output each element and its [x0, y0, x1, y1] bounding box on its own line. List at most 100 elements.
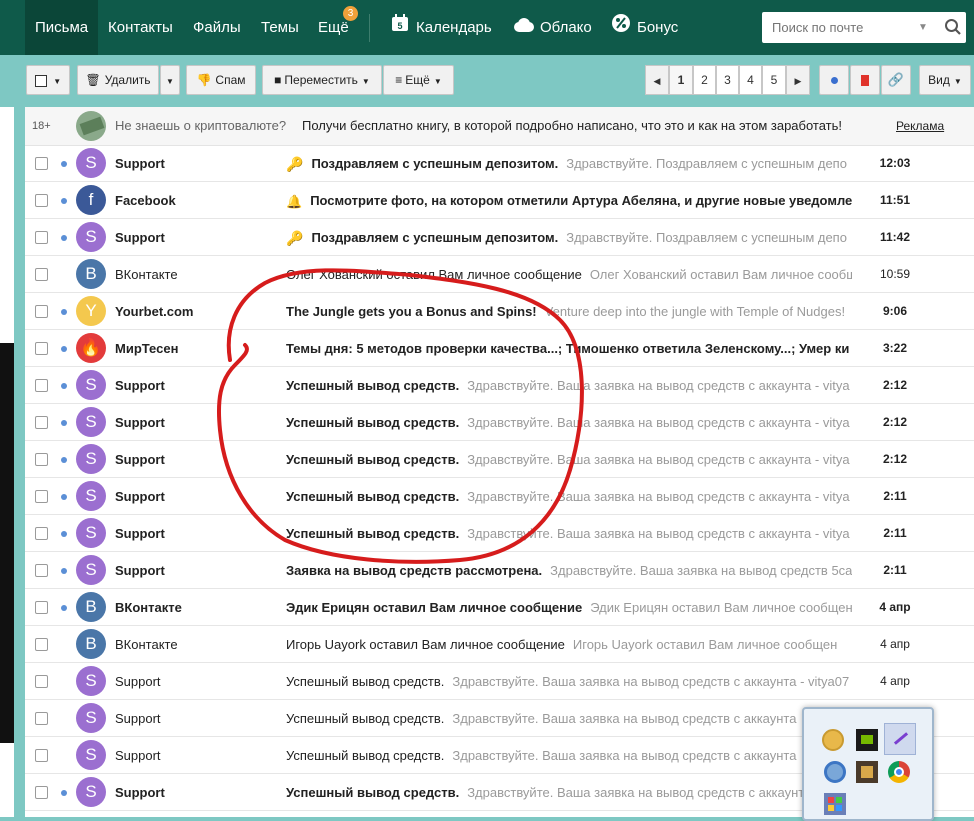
sender-avatar: S	[76, 777, 106, 807]
email-row[interactable]: S Support 🔑 Поздравляем с успешным депозито…	[25, 145, 974, 182]
sender-avatar: B	[76, 592, 106, 622]
email-preview: Игорь Uayork оставил Вам личное сообщен	[572, 637, 838, 652]
email-checkbox[interactable]	[35, 675, 48, 688]
email-checkbox[interactable]	[35, 786, 48, 799]
grid-tray-icon[interactable]	[824, 793, 846, 815]
email-subject-preview: The Jungle gets you a Bonus and Spins! Ve…	[286, 293, 852, 330]
email-row[interactable]: S Support Заявка на вывод средств рассмотр…	[25, 552, 974, 589]
sender-name: Support	[115, 785, 165, 800]
unread-dot-icon[interactable]	[61, 383, 67, 389]
email-row[interactable]: f Facebook 🔔 Посмотрите фото, на котором от…	[25, 182, 974, 219]
unread-dot-icon[interactable]	[61, 420, 67, 426]
page-5[interactable]: 5	[762, 65, 786, 95]
email-checkbox[interactable]	[35, 157, 48, 170]
nav-cloud[interactable]: Облако	[512, 0, 592, 55]
email-checkbox[interactable]	[35, 453, 48, 466]
nav-mail[interactable]: Письма	[25, 0, 99, 55]
unread-dot-icon[interactable]	[61, 790, 67, 796]
unread-dot-icon[interactable]	[61, 568, 67, 574]
sender-avatar: S	[76, 370, 106, 400]
email-row[interactable]: S Support Успешный вывод средств. Здравству…	[25, 367, 974, 404]
sender-avatar: f	[76, 185, 106, 215]
spam-button[interactable]: 👎 Спам	[186, 65, 256, 95]
network-tray-icon[interactable]	[824, 761, 846, 783]
email-checkbox[interactable]	[35, 527, 48, 540]
page-2[interactable]: 2	[693, 65, 716, 95]
email-checkbox[interactable]	[35, 712, 48, 725]
nav-calendar[interactable]: 5 Календарь	[390, 0, 492, 55]
nav-files[interactable]: Файлы	[193, 0, 241, 55]
email-checkbox[interactable]	[35, 231, 48, 244]
email-row[interactable]: S Support 🔑 Поздравляем с успешным депозито…	[25, 219, 974, 256]
sender-avatar: S	[76, 740, 106, 770]
delete-button[interactable]: 🗑 Удалить	[77, 65, 159, 95]
unread-dot-icon[interactable]	[61, 531, 67, 537]
nav-more-badge: 3	[343, 6, 358, 21]
unread-dot-icon[interactable]	[61, 605, 67, 611]
next-page-button[interactable]: ▶	[786, 65, 810, 95]
email-checkbox[interactable]	[35, 342, 48, 355]
email-subject-preview: Успешный вывод средств. Здравствуйте. Ваш…	[286, 367, 852, 404]
box-tray-icon[interactable]	[856, 761, 878, 783]
unread-dot-icon[interactable]	[61, 494, 67, 500]
unread-dot-icon[interactable]	[61, 309, 67, 315]
email-row[interactable]: 🔥 МирТесен Темы дня: 5 методов проверки ка…	[25, 330, 974, 367]
email-row[interactable]: S Support Успешный вывод средств. Здравству…	[25, 515, 974, 552]
email-row[interactable]: B ВКонтакте Эдик Ерицян оставил Вам личное…	[25, 589, 974, 626]
unread-dot-icon[interactable]	[61, 198, 67, 204]
ad-row[interactable]: 18+ Не знаешь о криптовалюте? Получи бес…	[25, 107, 974, 146]
email-checkbox[interactable]	[35, 194, 48, 207]
page-3[interactable]: 3	[716, 65, 739, 95]
nvidia-tray-icon[interactable]	[856, 729, 878, 751]
email-checkbox[interactable]	[35, 601, 48, 614]
nav-bonus[interactable]: Бонус	[611, 0, 678, 55]
email-checkbox[interactable]	[35, 416, 48, 429]
email-row[interactable]: B ВКонтакте Олег Хованский оставил Вам лич…	[25, 256, 974, 293]
email-row[interactable]: B ВКонтакте Игорь Uayork оставил Вам лично…	[25, 626, 974, 663]
flag-filter-button[interactable]	[850, 65, 880, 95]
search-icon[interactable]	[944, 18, 962, 39]
email-checkbox[interactable]	[35, 638, 48, 651]
chevron-down-icon[interactable]: ▼	[918, 22, 928, 33]
app-tray-icon[interactable]	[822, 729, 844, 751]
prev-page-button[interactable]: ◀	[645, 65, 669, 95]
select-all-checkbox[interactable]: ▼	[26, 65, 70, 95]
nav-themes[interactable]: Темы	[261, 0, 299, 55]
attachment-filter-button[interactable]: 🔗	[881, 65, 911, 95]
chrome-tray-icon[interactable]	[888, 761, 910, 783]
email-row[interactable]: S Support Успешный вывод средств. Здравству…	[25, 404, 974, 441]
more-actions-button[interactable]: ≡ Ещё ▼	[383, 65, 454, 95]
search-input[interactable]	[762, 12, 932, 43]
email-row[interactable]: S Support Успешный вывод средств. Здравству…	[25, 441, 974, 478]
unread-dot-icon[interactable]	[61, 235, 67, 241]
calendar-icon: 5	[390, 1, 410, 56]
email-checkbox[interactable]	[35, 305, 48, 318]
email-subject: Эдик Ерицян оставил Вам личное сообщение	[286, 600, 583, 615]
email-checkbox[interactable]	[35, 268, 48, 281]
more-label: Ещё	[405, 73, 430, 87]
email-row[interactable]: Y Yourbet.com The Jungle gets you a Bonus …	[25, 293, 974, 330]
unread-dot-icon[interactable]	[61, 346, 67, 352]
view-button[interactable]: Вид ▼	[919, 65, 971, 95]
email-preview: Эдик Ерицян оставил Вам личное сообщен	[590, 600, 852, 615]
email-checkbox[interactable]	[35, 490, 48, 503]
pen-tray-icon[interactable]	[884, 723, 916, 755]
sender-name: Support	[115, 378, 165, 393]
email-checkbox[interactable]	[35, 564, 48, 577]
delete-options-button[interactable]: ▼	[160, 65, 180, 95]
email-preview: Здравствуйте. Ваша заявка на вывод средс…	[452, 748, 797, 763]
email-checkbox[interactable]	[35, 379, 48, 392]
page-4[interactable]: 4	[739, 65, 762, 95]
email-checkbox[interactable]	[35, 749, 48, 762]
unread-dot-icon[interactable]	[61, 161, 67, 167]
unread-dot-icon[interactable]	[61, 457, 67, 463]
nav-contacts-label: Контакты	[108, 19, 173, 36]
email-row[interactable]: S Support Успешный вывод средств. Здравству…	[25, 663, 974, 700]
nav-divider	[369, 14, 370, 42]
nav-contacts[interactable]: Контакты	[108, 0, 173, 55]
move-button[interactable]: ■ Переместить ▼	[262, 65, 382, 95]
ad-link[interactable]: Реклама	[896, 107, 944, 145]
email-row[interactable]: S Support Успешный вывод средств. Здравству…	[25, 478, 974, 515]
unread-filter-button[interactable]	[819, 65, 849, 95]
page-1[interactable]: 1	[669, 65, 693, 95]
